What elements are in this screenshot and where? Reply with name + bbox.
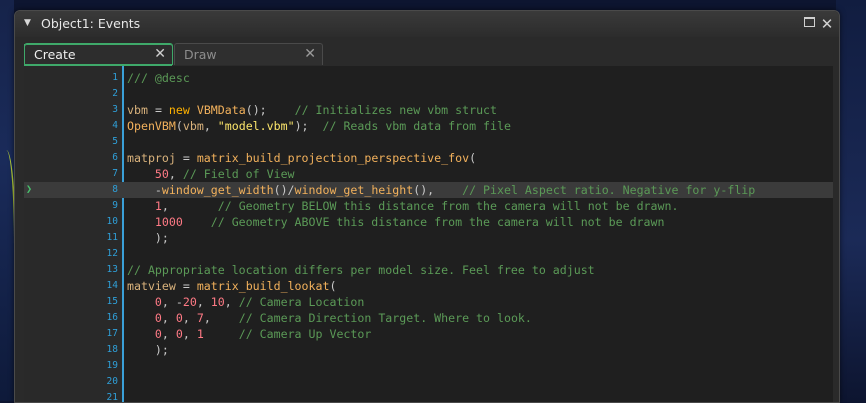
- code-line[interactable]: 11 );: [24, 230, 833, 246]
- code-line[interactable]: 15 0, -20, 10, // Camera Location: [24, 294, 833, 310]
- line-number: 18: [106, 344, 118, 355]
- tab-create-label: Create: [34, 47, 76, 62]
- line-number: 6: [112, 152, 118, 163]
- code-text: matview = matrix_build_lookat(: [127, 279, 337, 293]
- code-text: 1, // Geometry BELOW this distance from …: [154, 199, 679, 213]
- code-line[interactable]: 14 matview = matrix_build_lookat(: [24, 278, 833, 294]
- code-text: 50, // Field of View: [154, 167, 295, 181]
- code-line[interactable]: 12: [24, 246, 833, 262]
- line-number: 12: [106, 248, 118, 259]
- code-line[interactable]: 13 // Appropriate location differs per mo…: [24, 262, 833, 278]
- code-line[interactable]: 21: [24, 390, 833, 402]
- current-line-marker-icon: ❯: [26, 184, 33, 195]
- code-line[interactable]: 3 vbm = new VBMData(); // Initializes new…: [24, 102, 833, 118]
- code-line[interactable]: 5: [24, 134, 833, 150]
- events-window: ▼ Object1: Events ✕ Create ✕ Draw ✕ 1 ///…: [14, 10, 840, 403]
- code-text: /// @desc: [127, 71, 190, 85]
- code-line[interactable]: 1 /// @desc: [24, 70, 833, 86]
- line-number: 1: [112, 72, 118, 83]
- line-number: 19: [106, 360, 118, 371]
- tab-draw[interactable]: Draw ✕: [174, 43, 323, 65]
- code-text: matproj = matrix_build_projection_perspe…: [127, 151, 477, 165]
- line-number: 9: [112, 200, 118, 211]
- line-number: 13: [106, 264, 118, 275]
- code-text: );: [154, 343, 169, 357]
- code-line[interactable]: 16 0, 0, 7, // Camera Direction Target. …: [24, 310, 833, 326]
- code-line[interactable]: 20: [24, 374, 833, 390]
- code-text: -window_get_width()/window_get_height(),…: [154, 183, 756, 197]
- code-text: );: [154, 231, 169, 245]
- line-number: 17: [106, 328, 118, 339]
- line-number: 2: [112, 88, 118, 99]
- line-number: 14: [106, 280, 118, 291]
- code-line[interactable]: ❯ 8 -window_get_width()/window_get_height…: [24, 182, 833, 198]
- line-number: 3: [112, 104, 118, 115]
- collapse-arrow-icon[interactable]: ▼: [24, 18, 31, 28]
- code-editor[interactable]: 1 /// @desc 2 3 vbm = new VBMData(); // Init…: [24, 66, 833, 402]
- tab-draw-label: Draw: [184, 47, 217, 62]
- code-text: // Appropriate location differs per mode…: [127, 263, 595, 277]
- code-line[interactable]: 9 1, // Geometry BELOW this distance fro…: [24, 198, 833, 214]
- code-line[interactable]: 10 1000 // Geometry ABOVE this distance …: [24, 214, 833, 230]
- code-line[interactable]: 4 OpenVBM(vbm, "model.vbm"); // Reads vbm…: [24, 118, 833, 134]
- code-text: 0, 0, 1 // Camera Up Vector: [154, 327, 372, 341]
- code-line[interactable]: 7 50, // Field of View: [24, 166, 833, 182]
- line-number: 16: [106, 312, 118, 323]
- code-line[interactable]: 18 );: [24, 342, 833, 358]
- maximize-icon[interactable]: [801, 16, 817, 32]
- code-line[interactable]: 19: [24, 358, 833, 374]
- line-number: 11: [106, 232, 118, 243]
- close-window-icon[interactable]: ✕: [819, 16, 835, 32]
- code-text: OpenVBM(vbm, "model.vbm"); // Reads vbm …: [127, 119, 511, 133]
- code-text: 0, 0, 7, // Camera Direction Target. Whe…: [154, 311, 532, 325]
- code-text: vbm = new VBMData(); // Initializes new …: [127, 103, 498, 117]
- window-title: Object1: Events: [41, 16, 141, 31]
- line-number: 5: [112, 136, 118, 147]
- code-text: 1000 // Geometry ABOVE this distance fro…: [154, 215, 665, 229]
- tab-create[interactable]: Create ✕: [24, 43, 173, 65]
- tab-create-close-icon[interactable]: ✕: [154, 44, 166, 65]
- event-tabs: Create ✕ Draw ✕: [24, 43, 824, 65]
- code-line[interactable]: 2: [24, 86, 833, 102]
- line-number: 20: [106, 376, 118, 387]
- line-number: 7: [112, 168, 118, 179]
- window-titlebar[interactable]: ▼ Object1: Events ✕: [15, 11, 839, 37]
- line-number: 21: [106, 392, 118, 402]
- line-number: 15: [106, 296, 118, 307]
- code-line[interactable]: 6 matproj = matrix_build_projection_persp…: [24, 150, 833, 166]
- code-line[interactable]: 17 0, 0, 1 // Camera Up Vector: [24, 326, 833, 342]
- background-right: [836, 0, 866, 401]
- line-number: 8: [112, 184, 118, 195]
- line-number: 4: [112, 120, 118, 131]
- code-text: 0, -20, 10, // Camera Location: [154, 295, 365, 309]
- tab-draw-close-icon[interactable]: ✕: [304, 44, 316, 65]
- line-number: 10: [106, 216, 118, 227]
